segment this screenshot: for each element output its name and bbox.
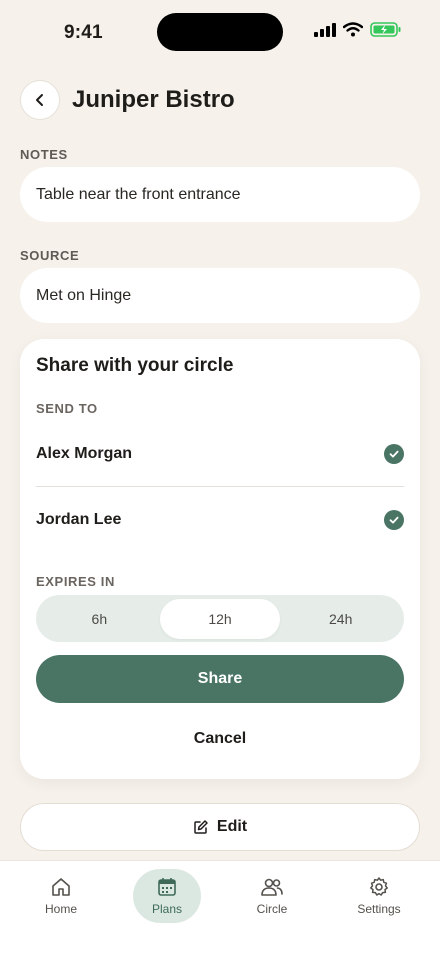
share-card-title: Share with your circle — [36, 355, 234, 376]
calendar-icon — [158, 878, 176, 896]
dynamic-island — [157, 13, 283, 51]
status-bar: 9:41 — [0, 0, 440, 64]
status-icons — [314, 22, 402, 37]
expires-in-label: EXPIRES IN — [36, 574, 115, 589]
page-title: Juniper Bistro — [72, 86, 235, 113]
battery-charging-icon — [370, 22, 401, 37]
checkmark-icon[interactable] — [384, 510, 404, 530]
recipient-name: Jordan Lee — [36, 511, 122, 528]
edit-button-label: Edit — [216, 818, 248, 835]
home-icon — [52, 878, 70, 896]
tab-label: Circle — [256, 902, 288, 916]
tab-label: Settings — [357, 902, 401, 916]
recipient-row[interactable]: Jordan Lee — [36, 500, 404, 540]
header: Juniper Bistro — [20, 80, 235, 120]
status-time: 9:41 — [64, 22, 103, 43]
cellular-signal-icon — [314, 22, 336, 37]
edit-icon — [194, 820, 208, 834]
edit-button[interactable]: Edit — [20, 803, 420, 851]
cancel-button[interactable]: Cancel — [36, 719, 404, 759]
tab-home[interactable]: Home — [27, 869, 95, 923]
recipient-row[interactable]: Alex Morgan — [36, 434, 404, 474]
notes-field[interactable]: Table near the front entrance — [20, 167, 420, 222]
gear-icon — [370, 877, 388, 896]
chevron-left-icon — [36, 94, 43, 106]
share-card: Share with your circle SEND TO Alex Morg… — [20, 339, 420, 779]
notes-label: NOTES — [20, 147, 68, 162]
tab-settings[interactable]: Settings — [345, 869, 413, 923]
source-label: SOURCE — [20, 248, 80, 263]
people-icon — [261, 878, 283, 896]
source-field[interactable]: Met on Hinge — [20, 268, 420, 323]
recipient-name: Alex Morgan — [36, 445, 133, 462]
tab-label: Home — [44, 902, 77, 916]
tab-bar: Home Plans Circle Settings — [0, 860, 440, 956]
send-to-label: SEND TO — [36, 401, 98, 416]
expiry-option-24h[interactable]: 24h — [280, 599, 401, 639]
share-button[interactable]: Share — [36, 655, 404, 703]
tab-plans[interactable]: Plans — [133, 869, 201, 923]
wifi-icon — [343, 22, 363, 37]
expiry-option-12h[interactable]: 12h — [159, 598, 281, 639]
checkmark-icon[interactable] — [384, 444, 404, 464]
tab-label: Plans — [151, 902, 183, 916]
divider — [36, 486, 404, 487]
expiry-option-6h[interactable]: 6h — [39, 599, 160, 639]
back-button[interactable] — [20, 80, 60, 120]
tab-circle[interactable]: Circle — [238, 869, 306, 923]
expiry-segmented-control: 6h 12h 24h — [36, 595, 404, 642]
